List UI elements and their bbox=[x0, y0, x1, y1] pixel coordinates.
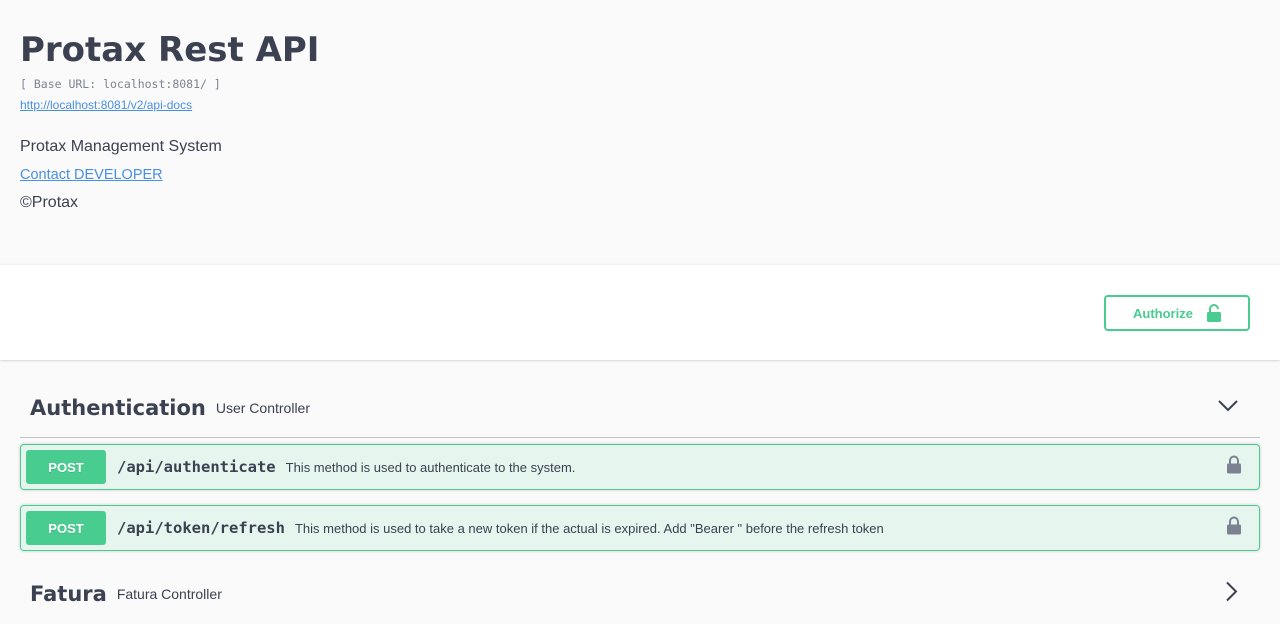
lock-icon[interactable] bbox=[1227, 455, 1241, 479]
api-description: Protax Management System bbox=[20, 138, 222, 155]
tag-header-fatura[interactable]: Fatura Fatura Controller bbox=[20, 564, 1260, 624]
tag-description: User Controller bbox=[215, 399, 310, 416]
api-docs-link[interactable]: http://localhost:8081/v2/api-docs bbox=[20, 98, 192, 112]
chevron-right-icon[interactable] bbox=[1226, 581, 1238, 607]
tag-section-fatura: Fatura Fatura Controller bbox=[20, 564, 1260, 624]
tag-section-authentication: Authentication User Controller bbox=[20, 378, 1260, 438]
operation-path: /api/token/refresh bbox=[117, 519, 285, 537]
operation-post-authenticate[interactable]: POST /api/authenticate This method is us… bbox=[20, 444, 1260, 490]
tag-name: Authentication bbox=[30, 395, 206, 420]
operation-post-token-refresh[interactable]: POST /api/token/refresh This method is u… bbox=[20, 505, 1260, 551]
scheme-container: Authorize bbox=[0, 264, 1280, 360]
authorize-button[interactable]: Authorize bbox=[1104, 295, 1250, 331]
authorize-label: Authorize bbox=[1133, 305, 1193, 321]
api-info: Protax Rest API [ Base URL: localhost:80… bbox=[0, 0, 1280, 264]
tag-header-authentication[interactable]: Authentication User Controller bbox=[20, 378, 1260, 438]
operation-path: /api/authenticate bbox=[117, 458, 276, 476]
page-title: Protax Rest API bbox=[20, 30, 320, 70]
chevron-down-icon[interactable] bbox=[1218, 399, 1238, 417]
method-badge: POST bbox=[26, 450, 106, 484]
method-badge: POST bbox=[26, 511, 106, 545]
tag-name: Fatura bbox=[30, 582, 107, 606]
lock-icon[interactable] bbox=[1227, 516, 1241, 540]
unlocked-padlock-icon bbox=[1206, 304, 1221, 322]
operation-summary: This method is used to authenticate to t… bbox=[285, 459, 576, 475]
base-url: [ Base URL: localhost:8081/ ] bbox=[20, 77, 221, 91]
contact-developer-link[interactable]: Contact DEVELOPER bbox=[20, 167, 163, 183]
operation-summary: This method is used to take a new token … bbox=[294, 520, 884, 536]
tag-description: Fatura Controller bbox=[116, 586, 222, 602]
copyright-text: ©Protax bbox=[20, 194, 79, 211]
